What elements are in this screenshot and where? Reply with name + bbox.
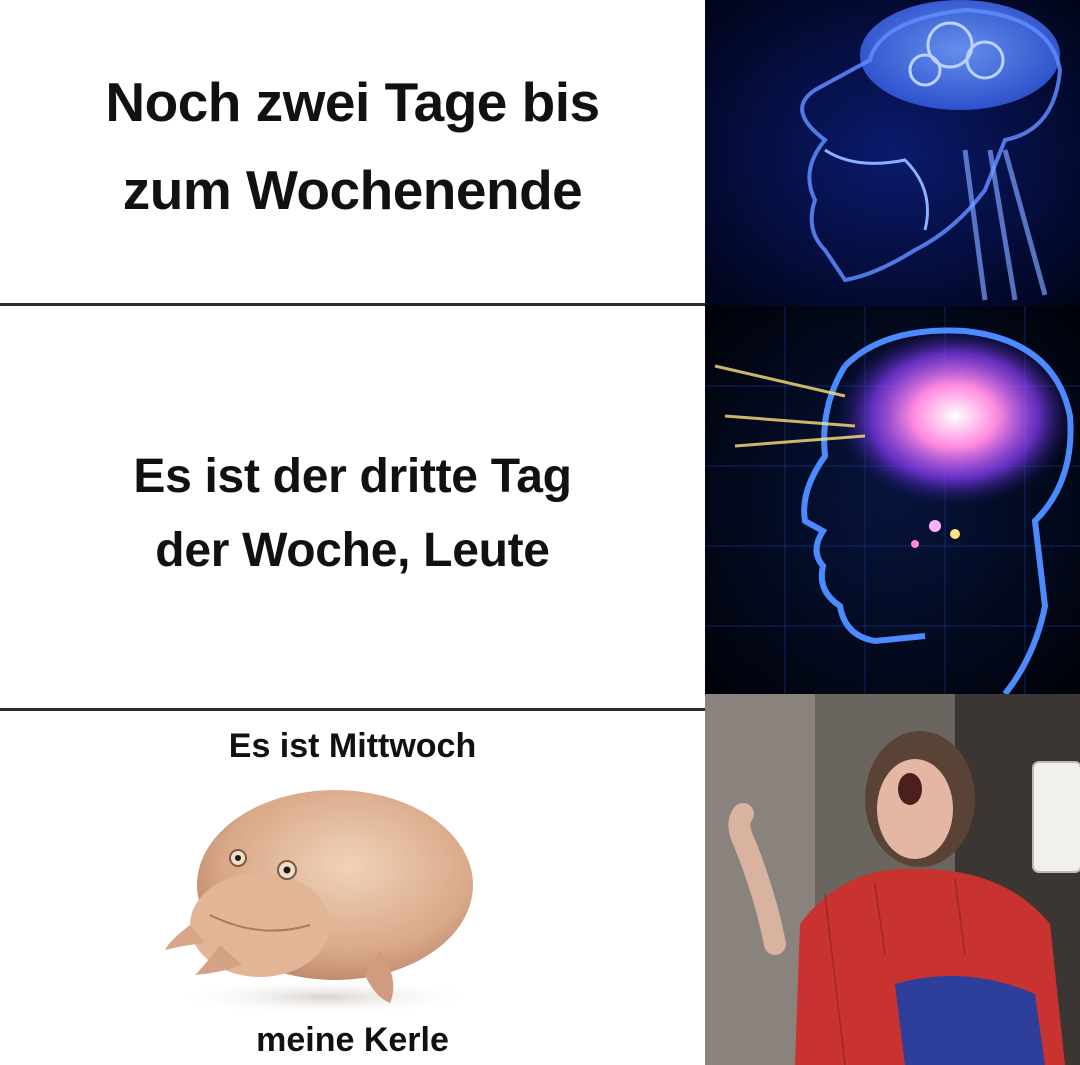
panel3-bottom-caption: meine Kerle	[256, 1021, 449, 1059]
meme-canvas: Noch zwei Tage bis zum Wochenende Es ist…	[0, 0, 1080, 1065]
panel2-caption: Es ist der dritte Tag der Woche, Leute	[0, 440, 705, 588]
galaxy-brain-head-image	[705, 306, 1080, 694]
panel2-line1: Es ist der dritte Tag	[133, 450, 572, 503]
panel1-line1: Noch zwei Tage bis	[105, 71, 600, 133]
divider-2	[0, 708, 705, 711]
panel2-line2: der Woche, Leute	[155, 524, 550, 577]
panel1-caption: Noch zwei Tage bis zum Wochenende	[0, 58, 705, 234]
wednesday-frog-image	[150, 775, 485, 1015]
panel1-line2: zum Wochenende	[122, 159, 583, 221]
divider-1	[0, 303, 705, 306]
screaming-spider-man-costume-image	[705, 694, 1080, 1065]
glowing-skull-brain-image	[705, 0, 1080, 306]
panel3-top-caption: Es ist Mittwoch	[228, 727, 477, 765]
